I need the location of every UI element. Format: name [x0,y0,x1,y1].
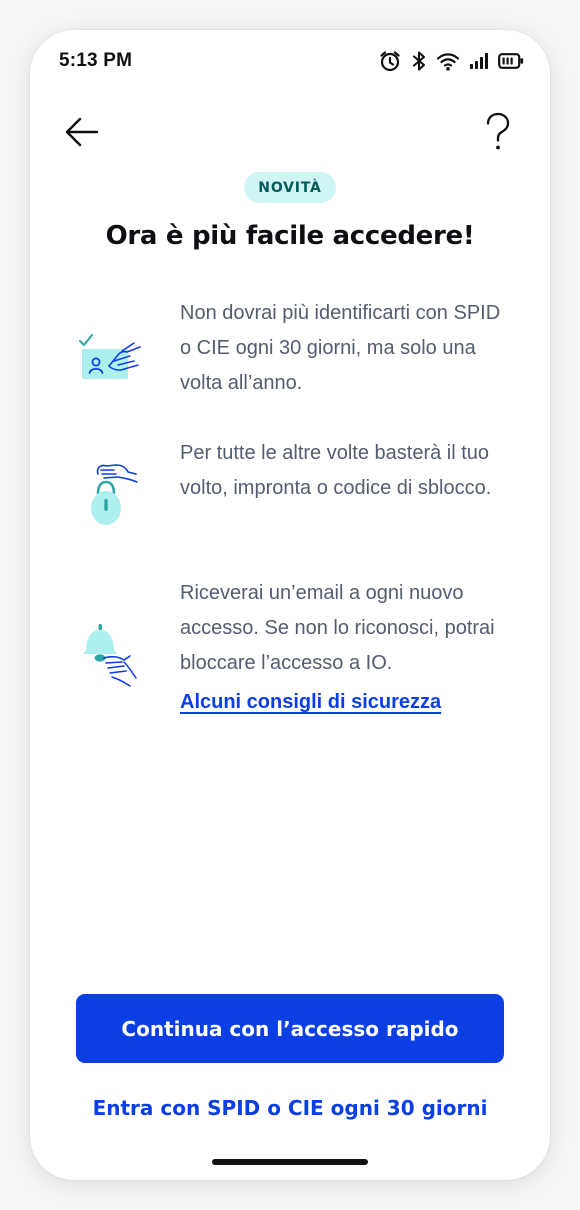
padlock-hand-icon [91,464,138,525]
status-bar: 5:13 PM [30,30,550,90]
new-feature-badge: NOVITÀ [244,172,336,203]
home-indicator [212,1159,368,1165]
feature-text: Riceverai un’email a ogni nuovo accesso.… [180,582,495,674]
signal-icon [469,51,489,71]
page-title: Ora è più facile accedere! [105,221,475,251]
help-button[interactable] [474,108,522,156]
feature-text: Non dovrai più identificarti con SPID o … [180,302,501,394]
status-icons [378,48,524,74]
back-button[interactable] [58,108,106,156]
quick-access-button[interactable]: Continua con l’accesso rapido [76,994,504,1063]
phone-screen: 5:13 PM NOVITÀ Ora è più facile accedere… [30,30,550,1180]
feature-text: Per tutte le altre volte basterà il tuo … [180,442,492,499]
battery-icon [498,52,524,70]
bluetooth-icon [411,49,427,73]
wifi-icon [436,50,460,72]
arrow-left-icon [65,117,99,147]
question-mark-icon [486,112,510,150]
security-tips-link[interactable]: Alcuni consigli di sicurezza [180,691,441,714]
alarm-icon [378,49,402,73]
bell-hand-icon [83,624,137,687]
identity-card-hand-icon [79,334,141,379]
spid-cie-login-button[interactable]: Entra con SPID o CIE ogni 30 giorni [30,1088,550,1128]
status-time: 5:13 PM [59,50,133,71]
